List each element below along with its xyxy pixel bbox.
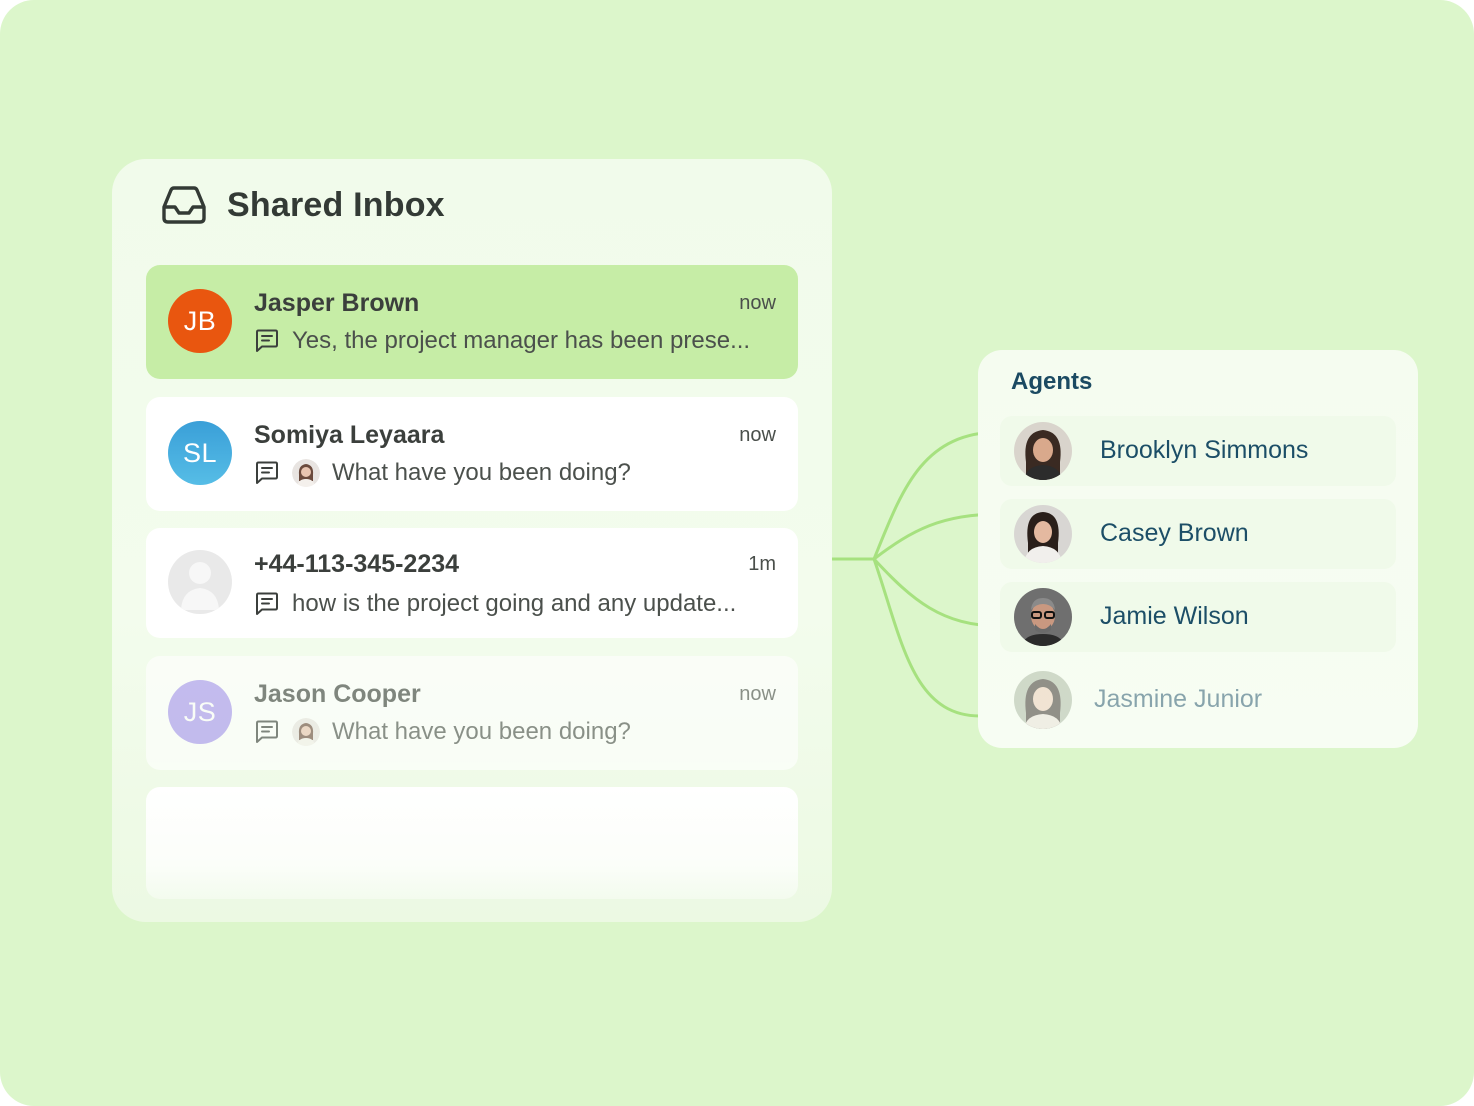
avatar: JB [168,289,232,353]
preview-text: What have you been doing? [332,459,631,486]
timestamp: now [739,424,776,446]
message-icon [256,329,278,352]
agent-item-casey-brown[interactable]: Casey Brown [1000,499,1396,569]
message-preview: how is the project going and any update.… [254,588,774,620]
agent-avatar [1014,422,1072,480]
agent-name: Jasmine Junior [1094,685,1263,713]
preview-text: What have you been doing? [332,718,631,745]
avatar: SL [168,421,232,485]
message-preview: Yes, the project manager has been prese.… [254,325,774,357]
default-user-avatar-icon [168,550,232,614]
agents-panel: Agents Brooklyn Simmons Casey Brown Jami… [978,350,1418,748]
message-preview: What have you been doing? [254,716,774,748]
message-icon [256,592,278,615]
contact-name: Somiya Leyaara [254,421,445,449]
inbox-header: Shared Inbox [160,183,445,227]
message-icon [256,720,278,743]
agent-item-jamie-wilson[interactable]: Jamie Wilson [1000,582,1396,652]
agent-mini-avatar [292,459,320,487]
agent-name: Casey Brown [1100,519,1249,547]
agent-item-brooklyn-simmons[interactable]: Brooklyn Simmons [1000,416,1396,486]
message-preview: What have you been doing? [254,457,774,489]
conversation-item-jasper-brown[interactable]: JB Jasper Brown now Yes, the project man… [146,265,798,379]
contact-phone: +44-113-345-2234 [254,550,460,578]
conversation-item-phone-number[interactable]: +44-113-345-2234 1m how is the project g… [146,528,798,638]
shared-inbox-panel: Shared Inbox JB Jasper Brown now Yes, th… [112,159,832,922]
agents-title: Agents [1011,368,1093,395]
message-icon [256,461,278,484]
conversation-item-somiya-leyaara[interactable]: SL Somiya Leyaara now What have you been… [146,397,798,511]
inbox-tray-icon [162,186,206,224]
timestamp: now [739,292,776,314]
agent-mini-avatar [292,718,320,746]
agent-item-jasmine-junior[interactable]: Jasmine Junior [1000,665,1396,735]
preview-text: how is the project going and any update.… [292,590,737,617]
agent-name: Jamie Wilson [1100,602,1249,630]
contact-name: Jasper Brown [254,289,420,317]
contact-name: Jason Cooper [254,680,421,708]
agent-avatar [1014,671,1072,729]
agent-name: Brooklyn Simmons [1100,436,1309,464]
preview-text: Yes, the project manager has been prese.… [292,327,751,354]
conversation-placeholder [146,787,798,899]
inbox-title: Shared Inbox [227,185,445,224]
agent-avatar [1014,505,1072,563]
timestamp: now [739,683,776,705]
conversation-item-jason-cooper[interactable]: JS Jason Cooper now What have you been d… [146,656,798,770]
avatar: JS [168,680,232,744]
canvas-background: Shared Inbox JB Jasper Brown now Yes, th… [0,0,1474,1106]
agent-avatar [1014,588,1072,646]
timestamp: 1m [748,553,776,575]
